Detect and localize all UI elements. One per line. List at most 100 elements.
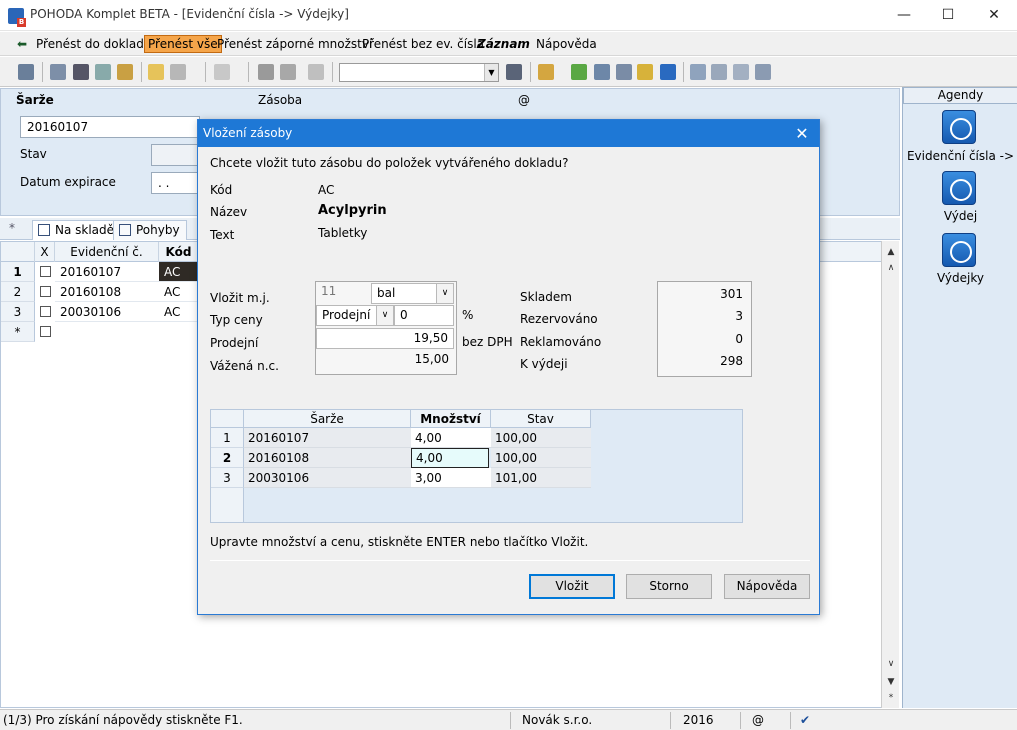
col-kod[interactable]: Kód [159, 242, 199, 262]
minimize-button[interactable]: — [881, 0, 927, 31]
sarze-cell: 20160108 [244, 448, 411, 468]
datum-expirace-field[interactable]: . . [151, 172, 199, 194]
stav-label: Stav [20, 147, 47, 161]
price-box: 11 bal ∨ Prodejní ∨ 0 19,50 15,00 [315, 281, 457, 375]
scroll-bottom-icon[interactable]: ▼ [884, 675, 898, 689]
export-icon[interactable] [117, 64, 133, 80]
vertical-scrollbar[interactable]: ▲ ∧ ∨ ▼ * [881, 241, 899, 708]
scroll-up-icon[interactable]: ∧ [884, 261, 898, 275]
dialog-title-bar: Vložení zásoby ✕ [198, 120, 819, 147]
agendy-item-vydej[interactable]: Výdej [903, 209, 1017, 223]
chevron-down-icon[interactable]: ▼ [484, 64, 498, 81]
discount-field[interactable]: 0 [394, 305, 454, 326]
preview-icon[interactable] [95, 64, 111, 80]
menu-prenest-zaporne[interactable]: Přenést záporné množství [214, 35, 375, 53]
chevron-down-icon[interactable]: ∨ [436, 284, 453, 303]
table-icon[interactable] [616, 64, 632, 80]
title-bar: POHODA Komplet BETA - [Evidenční čísla -… [0, 0, 1017, 31]
agendy-item-vydejky[interactable]: Výdejky [903, 271, 1017, 285]
row-checkbox[interactable] [40, 326, 51, 337]
menu-zaznam[interactable]: Záznam [474, 35, 533, 53]
print-icon[interactable] [73, 64, 89, 80]
status-company: Novák s.r.o. [522, 713, 593, 727]
new-row-marker: * [1, 322, 35, 342]
app-icon [8, 8, 26, 27]
iban-icon[interactable] [660, 64, 676, 80]
filter-combo[interactable]: ▼ [339, 63, 499, 82]
back-arrow-icon[interactable]: ⬅ [14, 35, 30, 53]
copy-icon[interactable] [50, 64, 66, 80]
row-checkbox[interactable] [40, 286, 51, 297]
prodejni-label: Prodejní [210, 336, 259, 350]
scroll-new-icon[interactable]: * [884, 691, 898, 705]
col-x[interactable]: X [35, 242, 55, 262]
vydejky-icon[interactable] [942, 233, 976, 267]
storno-button[interactable]: Storno [626, 574, 712, 599]
maximize-button[interactable]: ☐ [925, 0, 971, 31]
dialog-close-icon[interactable]: ✕ [785, 120, 819, 147]
scroll-top-icon[interactable]: ▲ [884, 245, 898, 259]
stock-box: 301 3 0 298 [657, 281, 752, 377]
stav-cell: 100,00 [491, 448, 591, 468]
typ-ceny-select[interactable]: Prodejní ∨ [316, 305, 394, 326]
help-icon[interactable] [755, 64, 771, 80]
menu-prenest-bez-ev-cisla[interactable]: Přenést bez ev. čísla [359, 35, 487, 53]
vydej-icon[interactable] [942, 171, 976, 205]
col-sarze[interactable]: Šarže [244, 410, 411, 428]
napoveda-button[interactable]: Nápověda [724, 574, 810, 599]
menu-prenest-vse[interactable]: Přenést vše [144, 35, 222, 53]
evidencni-cisla-icon[interactable] [942, 110, 976, 144]
row-checkbox[interactable] [40, 306, 51, 317]
sarze-cell: 20030106 [244, 468, 411, 488]
list-icon[interactable] [711, 64, 727, 80]
new-record-icon[interactable] [148, 64, 164, 80]
evidencni-cell: 20160107 [55, 262, 159, 282]
edit-icon[interactable] [170, 64, 186, 80]
menu-bar: ⬅ Přenést do dokladu Přenést vše Přenést… [0, 32, 1017, 56]
save-all-icon[interactable] [280, 64, 296, 80]
save-icon[interactable] [258, 64, 274, 80]
menu-napoveda[interactable]: Nápověda [533, 35, 600, 53]
rezervovano-label: Rezervováno [520, 312, 598, 326]
row-number: 2 [1, 282, 35, 302]
mj-unit-select[interactable]: bal ∨ [371, 283, 454, 304]
prev-icon[interactable] [214, 64, 230, 80]
asterisk-icon[interactable]: * [9, 221, 15, 235]
stav-field[interactable] [151, 144, 199, 166]
prodejni-field[interactable]: 19,50 [316, 328, 454, 349]
tab-pohyby[interactable]: Pohyby [113, 220, 187, 240]
note-icon[interactable] [690, 64, 706, 80]
dialog-hint: Upravte množství a cenu, stiskněte ENTER… [210, 535, 589, 549]
calculator-icon[interactable] [594, 64, 610, 80]
sarze-field[interactable]: 20160107 [20, 116, 200, 138]
open-icon[interactable] [18, 64, 34, 80]
close-button[interactable]: ✕ [971, 0, 1017, 31]
row-checkbox[interactable] [40, 266, 51, 277]
mnozstvi-cell[interactable]: 4,00 [411, 428, 491, 448]
typ-ceny-value: Prodejní [322, 308, 371, 322]
mnozstvi-cell[interactable]: 3,00 [411, 468, 491, 488]
filter-icon[interactable] [506, 64, 522, 80]
duplicate-icon[interactable] [308, 64, 324, 80]
status-help-text: (1/3) Pro získání nápovědy stiskněte F1. [3, 713, 243, 727]
scroll-down-icon[interactable]: ∨ [884, 657, 898, 671]
status-bar: (1/3) Pro získání nápovědy stiskněte F1.… [0, 709, 1017, 730]
tab-na-sklade[interactable]: Na skladě [32, 220, 122, 240]
skladem-value: 301 [720, 287, 743, 301]
money-icon[interactable] [571, 64, 587, 80]
coins-icon[interactable] [637, 64, 653, 80]
agendy-item-evidencni-cisla[interactable]: Evidenční čísla -> [903, 149, 1017, 163]
col-stav[interactable]: Stav [491, 410, 591, 428]
dialog-title: Vložení zásoby [203, 126, 293, 140]
vlozit-button[interactable]: Vložit [529, 574, 615, 599]
folder-icon[interactable] [538, 64, 554, 80]
mnozstvi-edit-cell[interactable]: 4,00 [411, 448, 489, 468]
col-mnozstvi[interactable]: Množství [411, 410, 491, 428]
col-evidencni[interactable]: Evidenční č. [55, 242, 159, 262]
menu-prenest-do-dokladu[interactable]: Přenést do dokladu [33, 35, 154, 53]
tab-na-sklade-label: Na skladě [55, 223, 115, 237]
sarze-grid: Šarže Množství Stav 1 20160107 4,00 100,… [210, 409, 743, 523]
stav-cell: 100,00 [491, 428, 591, 448]
chevron-down-icon[interactable]: ∨ [376, 306, 393, 325]
form-icon[interactable] [733, 64, 749, 80]
